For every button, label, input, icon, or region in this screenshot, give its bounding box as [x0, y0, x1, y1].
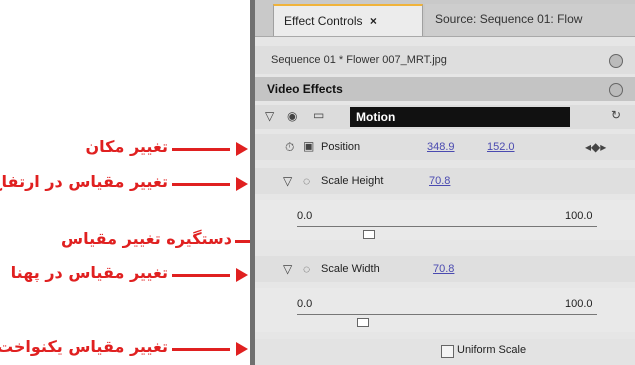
video-effects-settings-icon[interactable] — [609, 83, 623, 97]
tab-effect-controls[interactable]: Effect Controls × — [273, 4, 423, 36]
uniform-scale-checkbox[interactable] — [441, 345, 454, 358]
motion-handle-icon[interactable]: ▣ — [303, 139, 314, 153]
tab-bar: Effect Controls × Source: Sequence 01: F… — [255, 0, 635, 37]
effect-controls-panel: Effect Controls × Source: Sequence 01: F… — [250, 0, 635, 365]
expand-triangle-icon[interactable]: ▽ — [283, 174, 292, 188]
close-icon[interactable]: × — [370, 14, 377, 28]
annotation-arrow-line — [172, 183, 230, 186]
annotation-scale-height-text: تغییر مقیاس در ارتفاع — [0, 172, 168, 191]
annotation-arrow-line — [172, 148, 230, 151]
scale-width-min: 0.0 — [297, 298, 313, 310]
position-x-value[interactable]: 348.9 — [427, 141, 455, 153]
annotation-uniform-scale: تغییر مقیاس یکنواخت — [0, 337, 250, 361]
motion-effect-row[interactable]: ▽ ◉ ▭ Motion ↻ — [255, 105, 635, 129]
uniform-scale-row: Uniform Scale — [255, 339, 635, 365]
scale-height-track[interactable] — [297, 226, 597, 227]
scale-width-label: Scale Width — [321, 263, 380, 275]
position-label: Position — [321, 141, 361, 153]
motion-label: Motion — [350, 107, 570, 127]
stopwatch-icon[interactable]: ◌ — [303, 174, 310, 188]
uniform-scale-label: Uniform Scale — [457, 344, 527, 356]
scale-height-slider[interactable]: 0.0 100.0 — [255, 200, 635, 240]
expand-triangle-icon[interactable]: ▽ — [265, 109, 274, 123]
annotation-scale-height: تغییر مقیاس در ارتفاع — [0, 172, 250, 196]
tab-source[interactable]: Source: Sequence 01: Flow — [425, 4, 635, 36]
tab-effect-controls-label: Effect Controls — [284, 14, 363, 28]
annotation-slider-handle: دستگیره تغییر مقیاس — [0, 229, 357, 253]
scale-height-value[interactable]: 70.8 — [429, 175, 450, 187]
annotation-uniform-scale-text: تغییر مقیاس یکنواخت — [0, 337, 168, 356]
panel-menu-icon[interactable] — [609, 54, 623, 68]
video-effects-label: Video Effects — [267, 82, 343, 96]
annotation-position: تغییر مکان — [0, 137, 250, 161]
fx-toggle-icon[interactable]: ◉ — [287, 109, 297, 123]
stopwatch-icon[interactable]: ⏱ — [285, 140, 294, 155]
annotation-arrow-head — [236, 342, 248, 356]
scale-width-max: 100.0 — [565, 298, 593, 310]
scale-width-value[interactable]: 70.8 — [433, 263, 454, 275]
sequence-header: Sequence 01 * Flower 007_MRT.jpg — [255, 46, 635, 74]
annotation-arrow-line — [172, 274, 230, 277]
stopwatch-icon[interactable]: ◌ — [303, 262, 310, 276]
video-effects-header: Video Effects — [255, 77, 635, 101]
scale-width-slider[interactable]: 0.0 100.0 — [255, 288, 635, 332]
position-property-row: ⏱ ▣ Position 348.9 152.0 ◂◆▸ — [255, 134, 635, 160]
annotation-slider-handle-text: دستگیره تغییر مقیاس — [61, 229, 232, 248]
scale-height-label: Scale Height — [321, 175, 384, 187]
annotation-arrow-head — [236, 142, 248, 156]
annotation-arrow-head — [236, 177, 248, 191]
annotation-arrow-head — [236, 268, 248, 282]
tab-source-label: Source: Sequence 01: Flow — [435, 12, 583, 26]
reset-icon[interactable]: ↻ — [611, 108, 621, 122]
position-y-value[interactable]: 152.0 — [487, 141, 515, 153]
expand-triangle-icon[interactable]: ▽ — [283, 262, 292, 276]
scale-height-max: 100.0 — [565, 210, 593, 222]
annotation-arrow-line — [172, 348, 230, 351]
sequence-label: Sequence 01 * Flower 007_MRT.jpg — [271, 54, 447, 66]
annotation-scale-width-text: تغییر مقیاس در پهنا — [10, 263, 168, 282]
scale-height-slider-handle[interactable] — [363, 230, 375, 239]
scale-width-slider-handle[interactable] — [357, 318, 369, 327]
annotation-position-text: تغییر مکان — [85, 137, 169, 156]
scale-height-property-row: ▽ ◌ Scale Height 70.8 — [255, 168, 635, 194]
scale-width-track[interactable] — [297, 314, 597, 315]
keyframe-nav-icon[interactable]: ◂◆▸ — [585, 140, 606, 154]
motion-transform-icon[interactable]: ▭ — [313, 108, 324, 122]
annotation-scale-width: تغییر مقیاس در پهنا — [0, 263, 250, 287]
scale-height-min: 0.0 — [297, 210, 313, 222]
scale-width-property-row: ▽ ◌ Scale Width 70.8 — [255, 256, 635, 282]
